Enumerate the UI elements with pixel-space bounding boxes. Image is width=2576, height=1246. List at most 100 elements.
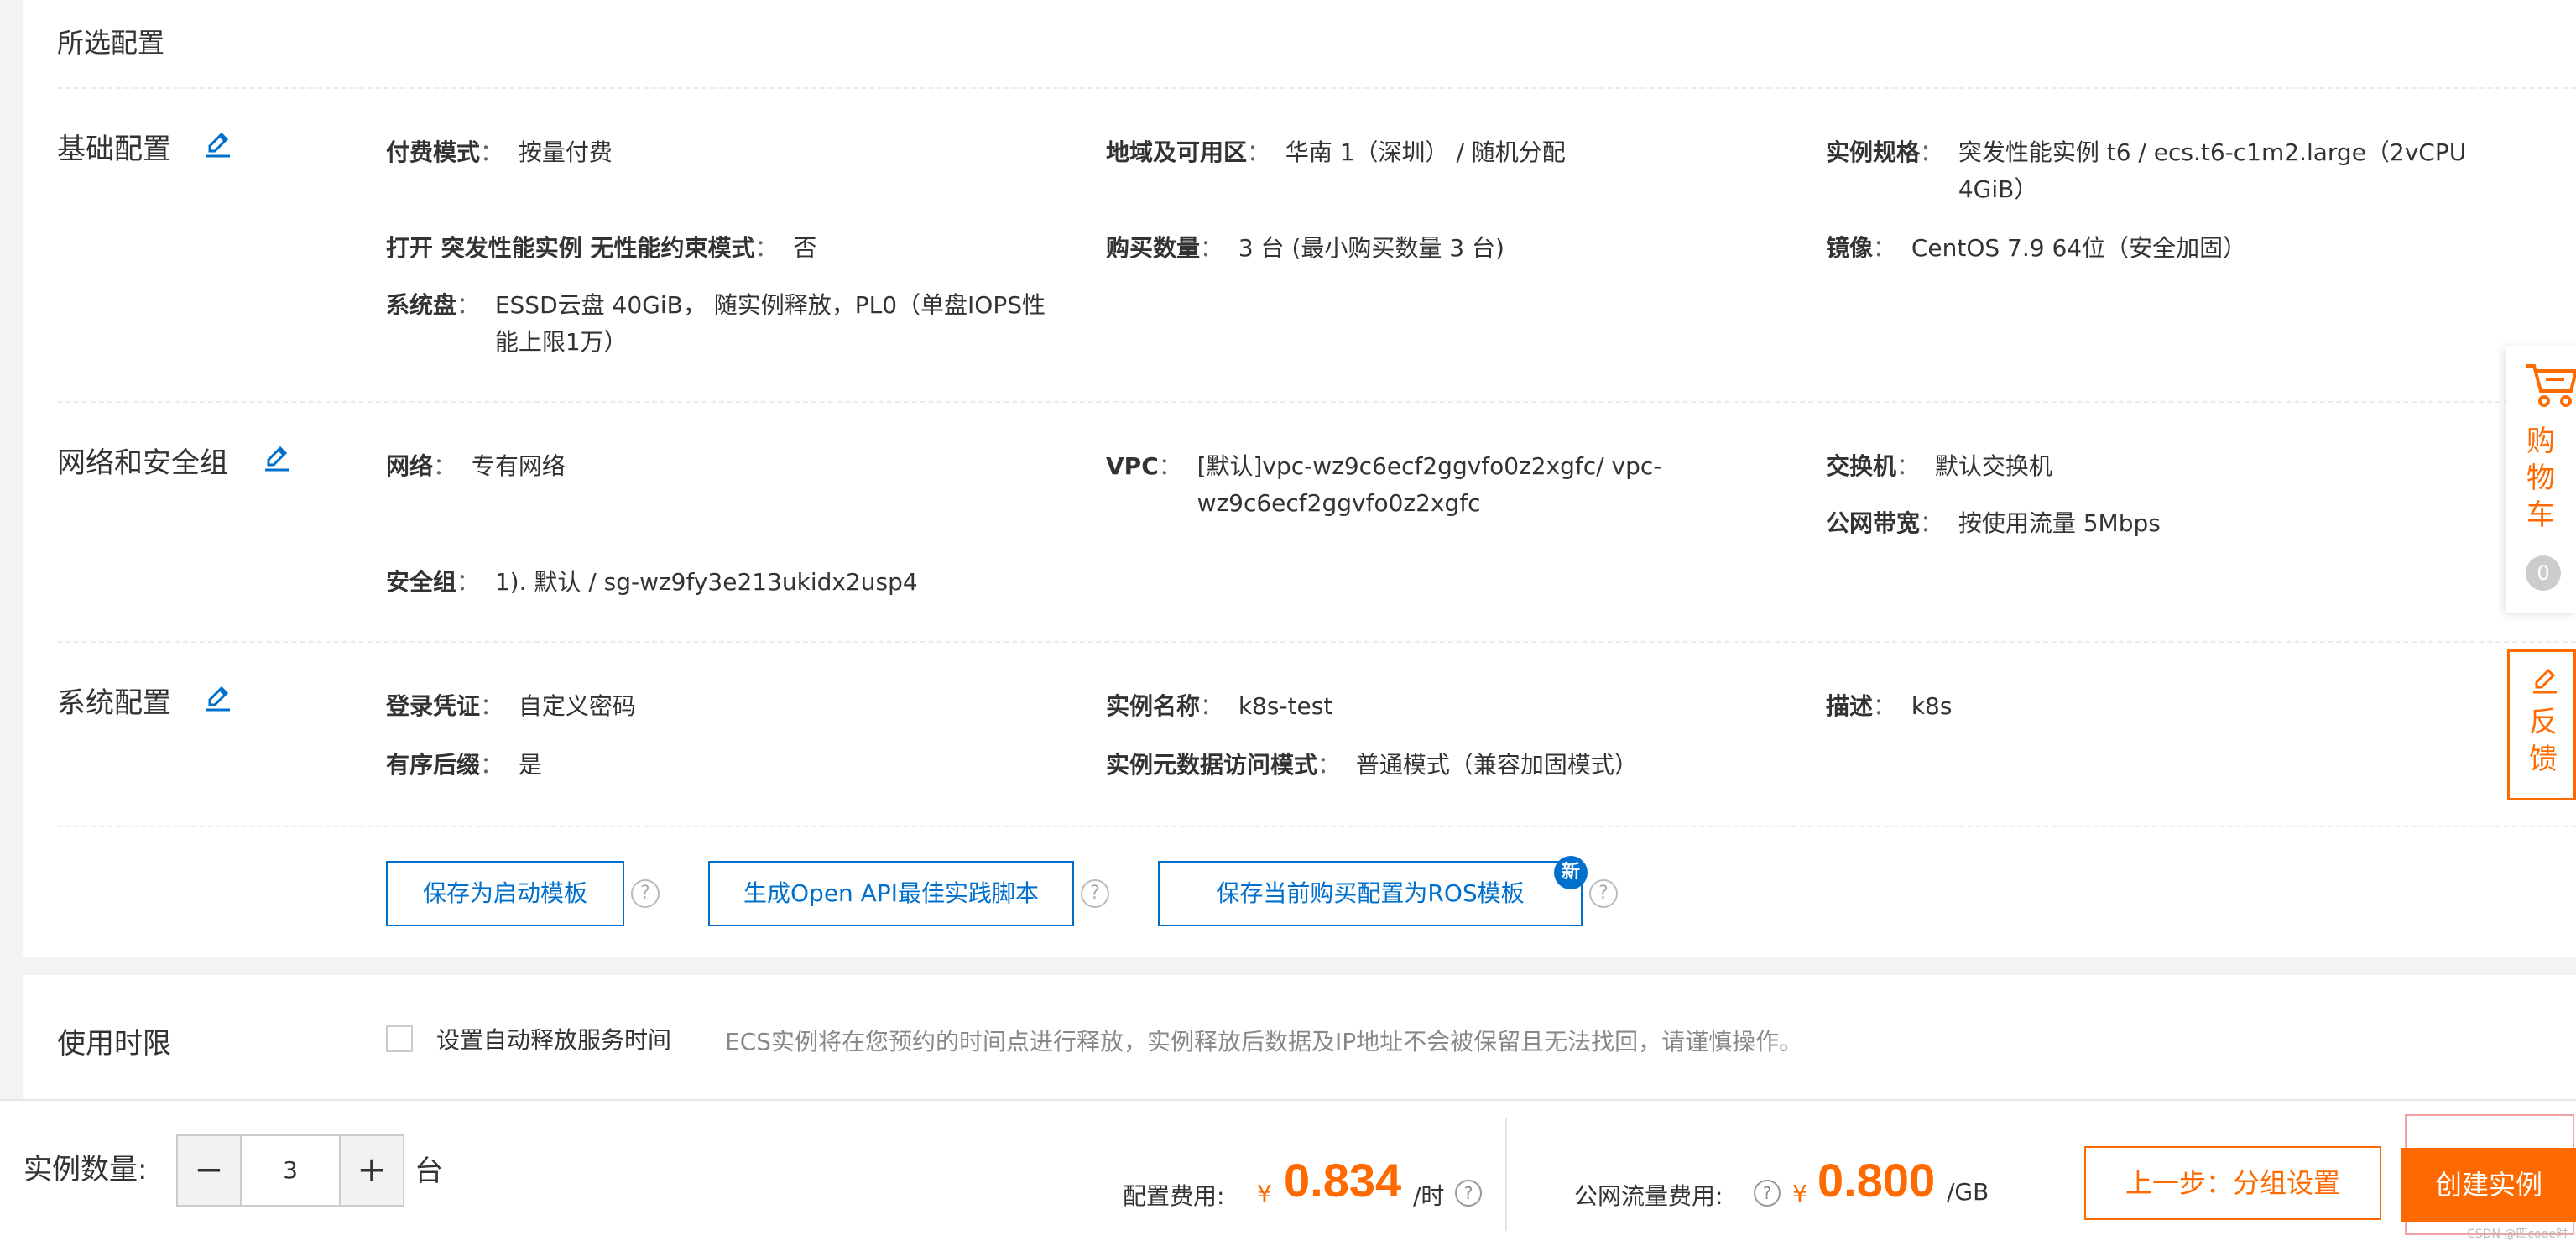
field-security-group: 安全组： 1). 默认 / sg-wz9fy3e213ukidx2usp4 [386, 564, 918, 601]
field-value: CentOS 7.9 64位（安全加固） [1911, 234, 2247, 262]
auto-release-label[interactable]: 设置自动释放服务时间 [436, 1022, 671, 1056]
field-value: 是 [518, 751, 542, 779]
field-value: 1). 默认 / sg-wz9fy3e213ukidx2usp4 [494, 568, 918, 596]
order-footer: 实例数量: − 3 + 台 配置费用: ¥ 0.834 /时 ? 公网流量费用:… [0, 1099, 2576, 1246]
duration-title: 使用时限 [57, 1027, 171, 1061]
field-label: 地域及可用区 [1106, 138, 1248, 166]
cart-char: 物 [2526, 461, 2555, 495]
traffic-fee-unit: /GB [1947, 1178, 1989, 1206]
auto-release-description: ECS实例将在您预约的时间点进行释放，实例释放后数据及IP地址不会被保留且无法找… [725, 1028, 1803, 1056]
divider [1505, 1118, 1507, 1231]
watermark: CSDN @四code时 [2467, 1228, 2568, 1241]
cart-char: 购 [2526, 425, 2555, 458]
help-icon[interactable]: ? [631, 879, 660, 908]
field-value: 3 台 (最小购买数量 3 台) [1238, 234, 1504, 262]
edit-icon[interactable] [201, 128, 235, 161]
openapi-script-button[interactable]: 生成Open API最佳实践脚本 [708, 861, 1074, 926]
new-badge: 新 [1554, 856, 1588, 889]
field-value: 专有网络 [471, 452, 566, 480]
duration-card: 使用时限 设置自动释放服务时间 ECS实例将在您预约的时间点进行释放，实例释放后… [23, 975, 2576, 1099]
previous-step-button[interactable]: 上一步：分组设置 [2084, 1146, 2381, 1220]
field-label: 交换机 [1826, 452, 1897, 480]
cart-count-badge: 0 [2526, 555, 2561, 591]
field-credential: 登录凭证： 自定义密码 [386, 688, 636, 725]
field-value: 按量付费 [518, 138, 613, 166]
edit-icon[interactable] [201, 681, 235, 715]
section-title-system: 系统配置 [57, 686, 171, 720]
field-metadata: 实例元数据访问模式： 普通模式（兼容加固模式） [1106, 747, 1638, 784]
help-icon[interactable]: ? [1589, 879, 1618, 908]
field-label: 有序后缀 [386, 751, 481, 779]
field-spec: 实例规格： 突发性能实例 t6 / ecs.t6-c1m2.large（2vCP… [1826, 134, 2466, 208]
cart-char: 车 [2526, 498, 2555, 532]
cart-widget[interactable]: 购 物 车 0 [2506, 346, 2576, 613]
feedback-char: 反 [2529, 706, 2558, 739]
currency-symbol: ¥ [1257, 1180, 1272, 1207]
field-label: 登录凭证 [386, 692, 481, 720]
config-fee-unit: /时 [1413, 1182, 1445, 1210]
help-icon[interactable]: ? [1754, 1180, 1781, 1207]
help-icon[interactable]: ? [1081, 879, 1109, 908]
field-label: 系统盘 [386, 291, 457, 319]
field-bandwidth: 公网带宽： 按使用流量 5Mbps [1826, 505, 2161, 542]
field-label: 网络 [386, 452, 434, 480]
feedback-icon [2528, 664, 2562, 697]
field-label: 打开 突发性能实例 无性能约束模式 [386, 234, 755, 262]
feedback-label: 反 馈 [2525, 704, 2562, 778]
feedback-char: 馈 [2529, 743, 2558, 776]
card-title: 所选配置 [57, 27, 165, 59]
field-instance-name: 实例名称： k8s-test [1106, 688, 1332, 725]
cart-icon [2524, 361, 2576, 408]
cart-label: 购 物 车 [2522, 423, 2559, 534]
traffic-fee-label: 公网流量费用: [1574, 1182, 1723, 1210]
field-value: 华南 1（深圳） / 随机分配 [1285, 138, 1566, 166]
divider [57, 641, 2576, 643]
field-label: 实例元数据访问模式 [1106, 751, 1318, 779]
divider [57, 401, 2576, 403]
field-value: wz9c6ecf2ggvfo0z2xgfc [1197, 489, 1481, 517]
field-network: 网络： 专有网络 [386, 448, 566, 485]
field-label: 镜像 [1826, 234, 1874, 262]
field-label: 购买数量 [1106, 234, 1201, 262]
field-value: 突发性能实例 t6 / ecs.t6-c1m2.large（2vCPU [1958, 138, 2467, 166]
button-label: 保存当前购买配置为ROS模板 [1216, 879, 1525, 907]
field-label: 描述 [1826, 692, 1874, 720]
field-billing: 付费模式： 按量付费 [386, 134, 613, 171]
section-title-network: 网络和安全组 [57, 446, 228, 480]
field-value: ESSD云盘 40GiB， 随实例释放，PL0（单盘IOPS性 [494, 291, 1046, 319]
field-suffix: 有序后缀： 是 [386, 747, 542, 784]
edit-icon[interactable] [260, 441, 294, 475]
auto-release-checkbox[interactable] [386, 1025, 413, 1052]
field-label: 公网带宽 [1826, 509, 1921, 537]
field-vpc: VPC： [默认]vpc-wz9c6ecf2ggvfo0z2xgfc/ vpc-… [1106, 448, 1661, 522]
traffic-fee-price: 0.800 [1817, 1154, 1936, 1207]
field-burst: 打开 突发性能实例 无性能约束模式： 否 [386, 230, 816, 267]
quantity-stepper: − 3 + [176, 1134, 404, 1207]
field-label: 实例规格 [1826, 138, 1921, 166]
minus-icon[interactable]: − [178, 1136, 242, 1205]
save-template-button[interactable]: 保存为启动模板 [386, 861, 624, 926]
field-label: VPC [1106, 452, 1159, 480]
field-value: 否 [793, 234, 817, 262]
field-value: k8s-test [1238, 692, 1333, 720]
field-value: 自定义密码 [518, 692, 636, 720]
config-fee-label: 配置费用: [1123, 1182, 1225, 1210]
field-vswitch: 交换机： 默认交换机 [1826, 448, 2052, 485]
config-fee-price: 0.834 [1284, 1154, 1402, 1207]
plus-icon[interactable]: + [339, 1136, 403, 1205]
create-instance-button[interactable]: 创建实例 [2401, 1148, 2576, 1222]
feedback-widget[interactable]: 反 馈 [2507, 649, 2576, 800]
field-value: 按使用流量 5Mbps [1958, 509, 2161, 537]
field-value: 默认交换机 [1934, 452, 2052, 480]
field-label: 付费模式 [386, 138, 481, 166]
field-description: 描述： k8s [1826, 688, 1952, 725]
field-label: 安全组 [386, 568, 457, 596]
help-icon[interactable]: ? [1455, 1180, 1482, 1207]
field-label: 实例名称 [1106, 692, 1201, 720]
section-title-basic: 基础配置 [57, 133, 171, 166]
save-ros-template-button[interactable]: 保存当前购买配置为ROS模板 新 [1158, 856, 1588, 926]
currency-symbol: ¥ [1792, 1180, 1807, 1207]
divider [57, 87, 2576, 89]
selected-config-card: 所选配置 基础配置 付费模式： 按量付费 地域及可用区： 华南 1（深圳） / … [23, 0, 2576, 957]
quantity-input[interactable]: 3 [243, 1136, 337, 1205]
